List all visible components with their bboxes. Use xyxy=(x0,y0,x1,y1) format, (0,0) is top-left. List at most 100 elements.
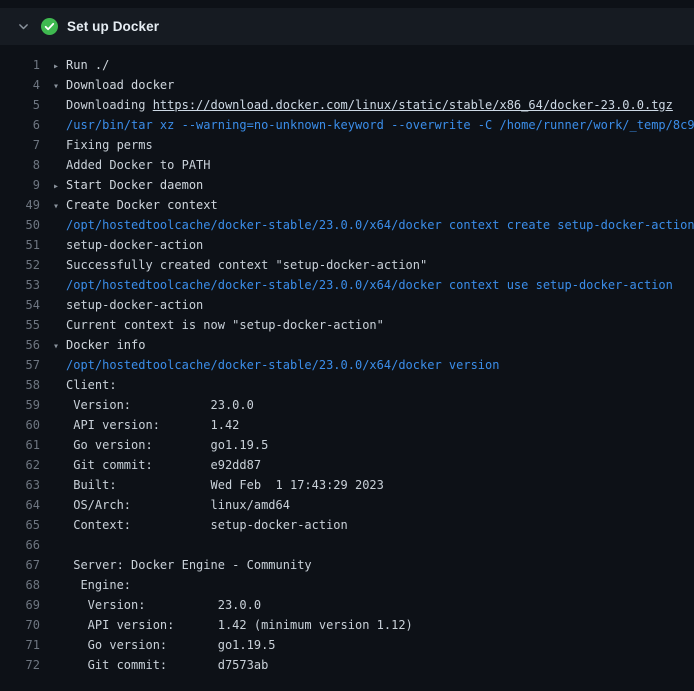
disclosure-expanded-icon[interactable]: ▾ xyxy=(53,337,66,357)
disclosure-expanded-icon[interactable]: ▾ xyxy=(53,197,66,217)
log-line: 54setup-docker-action xyxy=(0,295,694,315)
log-url-link[interactable]: https://download.docker.com/linux/static… xyxy=(153,98,673,112)
log-group-header[interactable]: 9▸Start Docker daemon xyxy=(0,175,694,195)
log-text-segment: Downloading xyxy=(66,98,153,112)
log-text: /opt/hostedtoolcache/docker-stable/23.0.… xyxy=(53,215,694,235)
log-line: 71 Go version: go1.19.5 xyxy=(0,635,694,655)
log-line: 59 Version: 23.0.0 xyxy=(0,395,694,415)
log-text: ▾Download docker xyxy=(53,75,174,95)
line-number[interactable]: 63 xyxy=(0,475,53,495)
log-line: 6/usr/bin/tar xz --warning=no-unknown-ke… xyxy=(0,115,694,135)
log-line: 60 API version: 1.42 xyxy=(0,415,694,435)
disclosure-expanded-icon[interactable]: ▾ xyxy=(53,77,66,97)
line-number[interactable]: 50 xyxy=(0,215,53,235)
log-line: 64 OS/Arch: linux/amd64 xyxy=(0,495,694,515)
line-number[interactable]: 51 xyxy=(0,235,53,255)
line-number[interactable]: 65 xyxy=(0,515,53,535)
line-number[interactable]: 72 xyxy=(0,655,53,675)
line-number[interactable]: 5 xyxy=(0,95,53,115)
log-line: 66 xyxy=(0,535,694,555)
log-line: 50/opt/hostedtoolcache/docker-stable/23.… xyxy=(0,215,694,235)
log-line: 55Current context is now "setup-docker-a… xyxy=(0,315,694,335)
log-group-header[interactable]: 1▸Run ./ xyxy=(0,55,694,75)
log-container: 1▸Run ./4▾Download docker5Downloading ht… xyxy=(0,45,694,675)
log-line: 61 Go version: go1.19.5 xyxy=(0,435,694,455)
line-number[interactable]: 61 xyxy=(0,435,53,455)
line-number[interactable]: 68 xyxy=(0,575,53,595)
line-number[interactable]: 58 xyxy=(0,375,53,395)
disclosure-collapsed-icon[interactable]: ▸ xyxy=(53,177,66,197)
line-number[interactable]: 66 xyxy=(0,535,53,555)
line-number[interactable]: 1 xyxy=(0,55,53,75)
log-text: OS/Arch: linux/amd64 xyxy=(53,495,290,515)
line-number[interactable]: 64 xyxy=(0,495,53,515)
log-line: 52Successfully created context "setup-do… xyxy=(0,255,694,275)
line-number[interactable]: 53 xyxy=(0,275,53,295)
line-number[interactable]: 4 xyxy=(0,75,53,95)
log-line: 58Client: xyxy=(0,375,694,395)
group-title: Create Docker context xyxy=(66,198,218,212)
log-text: Downloading https://download.docker.com/… xyxy=(53,95,673,115)
log-text xyxy=(53,535,66,555)
log-text: ▸Start Docker daemon xyxy=(53,175,203,195)
log-text: setup-docker-action xyxy=(53,295,203,315)
log-line: 63 Built: Wed Feb 1 17:43:29 2023 xyxy=(0,475,694,495)
log-line: 70 API version: 1.42 (minimum version 1.… xyxy=(0,615,694,635)
line-number[interactable]: 52 xyxy=(0,255,53,275)
chevron-down-icon[interactable] xyxy=(14,18,32,36)
line-number[interactable]: 7 xyxy=(0,135,53,155)
log-line: 7Fixing perms xyxy=(0,135,694,155)
log-line: 51setup-docker-action xyxy=(0,235,694,255)
log-text: API version: 1.42 xyxy=(53,415,239,435)
line-number[interactable]: 59 xyxy=(0,395,53,415)
log-text: Version: 23.0.0 xyxy=(53,595,261,615)
log-line: 68 Engine: xyxy=(0,575,694,595)
line-number[interactable]: 49 xyxy=(0,195,53,215)
line-number[interactable]: 62 xyxy=(0,455,53,475)
line-number[interactable]: 56 xyxy=(0,335,53,355)
log-line: 69 Version: 23.0.0 xyxy=(0,595,694,615)
log-text: Git commit: d7573ab xyxy=(53,655,268,675)
log-text: Engine: xyxy=(53,575,131,595)
log-text: /opt/hostedtoolcache/docker-stable/23.0.… xyxy=(53,275,673,295)
log-text: /opt/hostedtoolcache/docker-stable/23.0.… xyxy=(53,355,499,375)
line-number[interactable]: 69 xyxy=(0,595,53,615)
log-text: Context: setup-docker-action xyxy=(53,515,348,535)
log-line: 65 Context: setup-docker-action xyxy=(0,515,694,535)
log-line: 67 Server: Docker Engine - Community xyxy=(0,555,694,575)
step-header[interactable]: Set up Docker xyxy=(0,8,694,45)
line-number[interactable]: 71 xyxy=(0,635,53,655)
log-text: ▾Create Docker context xyxy=(53,195,218,215)
log-text: Go version: go1.19.5 xyxy=(53,435,268,455)
log-text: Built: Wed Feb 1 17:43:29 2023 xyxy=(53,475,384,495)
log-line: 72 Git commit: d7573ab xyxy=(0,655,694,675)
log-text: Current context is now "setup-docker-act… xyxy=(53,315,384,335)
log-line: 57/opt/hostedtoolcache/docker-stable/23.… xyxy=(0,355,694,375)
log-text: /usr/bin/tar xz --warning=no-unknown-key… xyxy=(53,115,694,135)
log-text: setup-docker-action xyxy=(53,235,203,255)
actions-log-page: { "header": { "title": "Set up Docker", … xyxy=(0,8,694,691)
line-number[interactable]: 6 xyxy=(0,115,53,135)
disclosure-collapsed-icon[interactable]: ▸ xyxy=(53,57,66,77)
line-number[interactable]: 60 xyxy=(0,415,53,435)
line-number[interactable]: 9 xyxy=(0,175,53,195)
log-group-header[interactable]: 4▾Download docker xyxy=(0,75,694,95)
log-text: Added Docker to PATH xyxy=(53,155,211,175)
line-number[interactable]: 55 xyxy=(0,315,53,335)
line-number[interactable]: 57 xyxy=(0,355,53,375)
log-group-header[interactable]: 56▾Docker info xyxy=(0,335,694,355)
line-number[interactable]: 67 xyxy=(0,555,53,575)
line-number[interactable]: 70 xyxy=(0,615,53,635)
line-number[interactable]: 54 xyxy=(0,295,53,315)
log-text: Version: 23.0.0 xyxy=(53,395,254,415)
log-group-header[interactable]: 49▾Create Docker context xyxy=(0,195,694,215)
log-line: 8Added Docker to PATH xyxy=(0,155,694,175)
line-number[interactable]: 8 xyxy=(0,155,53,175)
log-text: Git commit: e92dd87 xyxy=(53,455,261,475)
log-text: API version: 1.42 (minimum version 1.12) xyxy=(53,615,413,635)
log-text: Client: xyxy=(53,375,117,395)
group-title: Download docker xyxy=(66,78,174,92)
group-title: Docker info xyxy=(66,338,145,352)
log-text: Successfully created context "setup-dock… xyxy=(53,255,427,275)
step-title: Set up Docker xyxy=(67,19,159,34)
